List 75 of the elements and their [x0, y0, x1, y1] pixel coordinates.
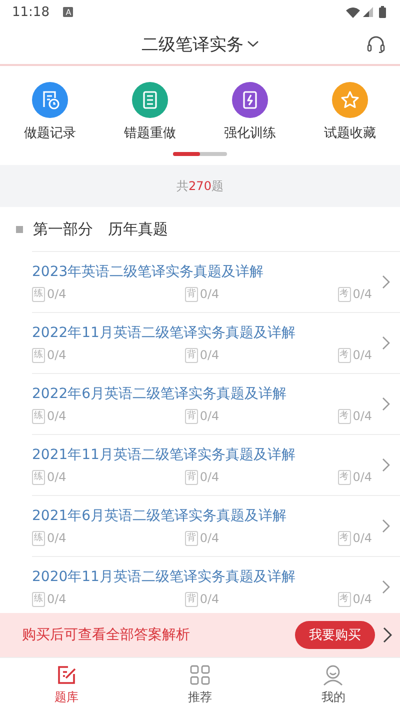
stat-tag: 背	[184, 592, 198, 606]
status-time: 11:18	[12, 4, 50, 20]
notebook-icon[interactable]	[132, 82, 168, 118]
paper-item[interactable]: 2022年11月英语二级笔译实务真题及详解 练 0/4 背 0/4 考 0/4	[32, 312, 400, 373]
banner-text: 购买后可查看全部答案解析	[22, 626, 191, 644]
shortcut-label[interactable]: 试题收藏	[324, 124, 376, 142]
stat-value: 0/4	[200, 409, 220, 423]
stat-value: 0/4	[47, 287, 66, 301]
shortcut-label[interactable]: 错题重做	[124, 124, 176, 142]
stat-value: 0/4	[47, 348, 66, 362]
paper-item[interactable]: 2022年6月英语二级笔译实务真题及详解 练 0/4 背 0/4 考 0/4	[32, 373, 400, 434]
stat-value: 0/4	[352, 348, 372, 362]
stat-tag: 背	[184, 470, 198, 484]
paper-title[interactable]: 2021年6月英语二级笔译实务真题及详解	[32, 506, 382, 524]
stat-value: 0/4	[352, 287, 372, 301]
stat-tag: 考	[338, 286, 351, 302]
user-icon	[322, 664, 344, 686]
signal-icon	[363, 7, 373, 17]
nav-tab[interactable]: 推荐	[133, 658, 267, 712]
record-icon[interactable]	[32, 82, 68, 118]
chevron-down-icon[interactable]	[246, 40, 258, 48]
page-indicator	[173, 152, 227, 156]
stat-value: 0/4	[200, 592, 220, 606]
paper-item[interactable]: 2023年英语二级笔译实务真题及详解 练 0/4 背 0/4 考 0/4	[32, 251, 400, 312]
stat-tag: 考	[338, 348, 351, 362]
stat-value: 0/4	[352, 531, 372, 545]
chevron-right-icon[interactable]	[383, 627, 392, 643]
stat-tag: 考	[338, 592, 351, 606]
stat-value: 0/4	[47, 592, 66, 606]
lightning-icon[interactable]	[232, 82, 268, 118]
stat-tag: 考	[338, 530, 351, 546]
stat-tag: 练	[32, 348, 45, 362]
stat-tag: 练	[32, 408, 45, 424]
stat-tag: 练	[32, 530, 45, 546]
battery-icon	[379, 6, 386, 18]
paper-title[interactable]: 2022年11月英语二级笔译实务真题及详解	[32, 324, 382, 342]
shortcut-label[interactable]: 做题记录	[24, 124, 76, 142]
shortcut-label[interactable]: 强化训练	[224, 124, 276, 142]
paper-item[interactable]: 2021年6月英语二级笔译实务真题及详解 练 0/4 背 0/4 考 0/4	[32, 495, 400, 556]
nav-tab[interactable]: 题库	[0, 658, 134, 712]
paper-title[interactable]: 2020年11月英语二级笔译实务真题及详解	[32, 568, 382, 586]
section-bullet-icon	[16, 226, 23, 232]
stat-tag: 练	[32, 286, 45, 302]
stat-value: 0/4	[200, 287, 220, 301]
stat-value: 0/4	[352, 592, 372, 606]
stat-value: 0/4	[200, 470, 220, 484]
question-count: 共270题	[176, 178, 224, 194]
stat-value: 0/4	[200, 531, 220, 545]
stat-tag: 练	[32, 592, 45, 606]
stat-tag: 背	[184, 286, 198, 302]
stat-tag: 考	[338, 408, 351, 424]
stat-value: 0/4	[352, 409, 372, 423]
paper-title[interactable]: 2022年6月英语二级笔译实务真题及详解	[32, 384, 382, 402]
wifi-icon	[346, 6, 360, 18]
stat-value: 0/4	[47, 470, 66, 484]
stat-tag: 考	[338, 470, 351, 484]
stat-value: 0/4	[47, 531, 66, 545]
stat-value: 0/4	[200, 348, 220, 362]
buy-button[interactable]: 我要购买	[295, 621, 375, 649]
stat-tag: 背	[184, 348, 198, 362]
page-title[interactable]: 二级笔译实务	[142, 32, 244, 56]
edit-icon	[56, 664, 78, 686]
notification-icon: A	[63, 7, 74, 17]
nav-tab[interactable]: 我的	[266, 658, 400, 712]
stat-tag: 练	[32, 470, 45, 484]
stat-tag: 背	[184, 530, 198, 546]
stat-value: 0/4	[352, 470, 372, 484]
paper-title[interactable]: 2023年英语二级笔译实务真题及详解	[32, 262, 382, 280]
headset-icon[interactable]	[366, 35, 386, 53]
paper-item[interactable]: 2021年11月英语二级笔译实务真题及详解 练 0/4 背 0/4 考 0/4	[32, 434, 400, 495]
section-title: 第一部分 历年真题	[33, 220, 168, 238]
stat-value: 0/4	[47, 409, 66, 423]
paper-title[interactable]: 2021年11月英语二级笔译实务真题及详解	[32, 446, 382, 464]
grid-icon	[188, 664, 211, 686]
stat-tag: 背	[184, 408, 198, 424]
